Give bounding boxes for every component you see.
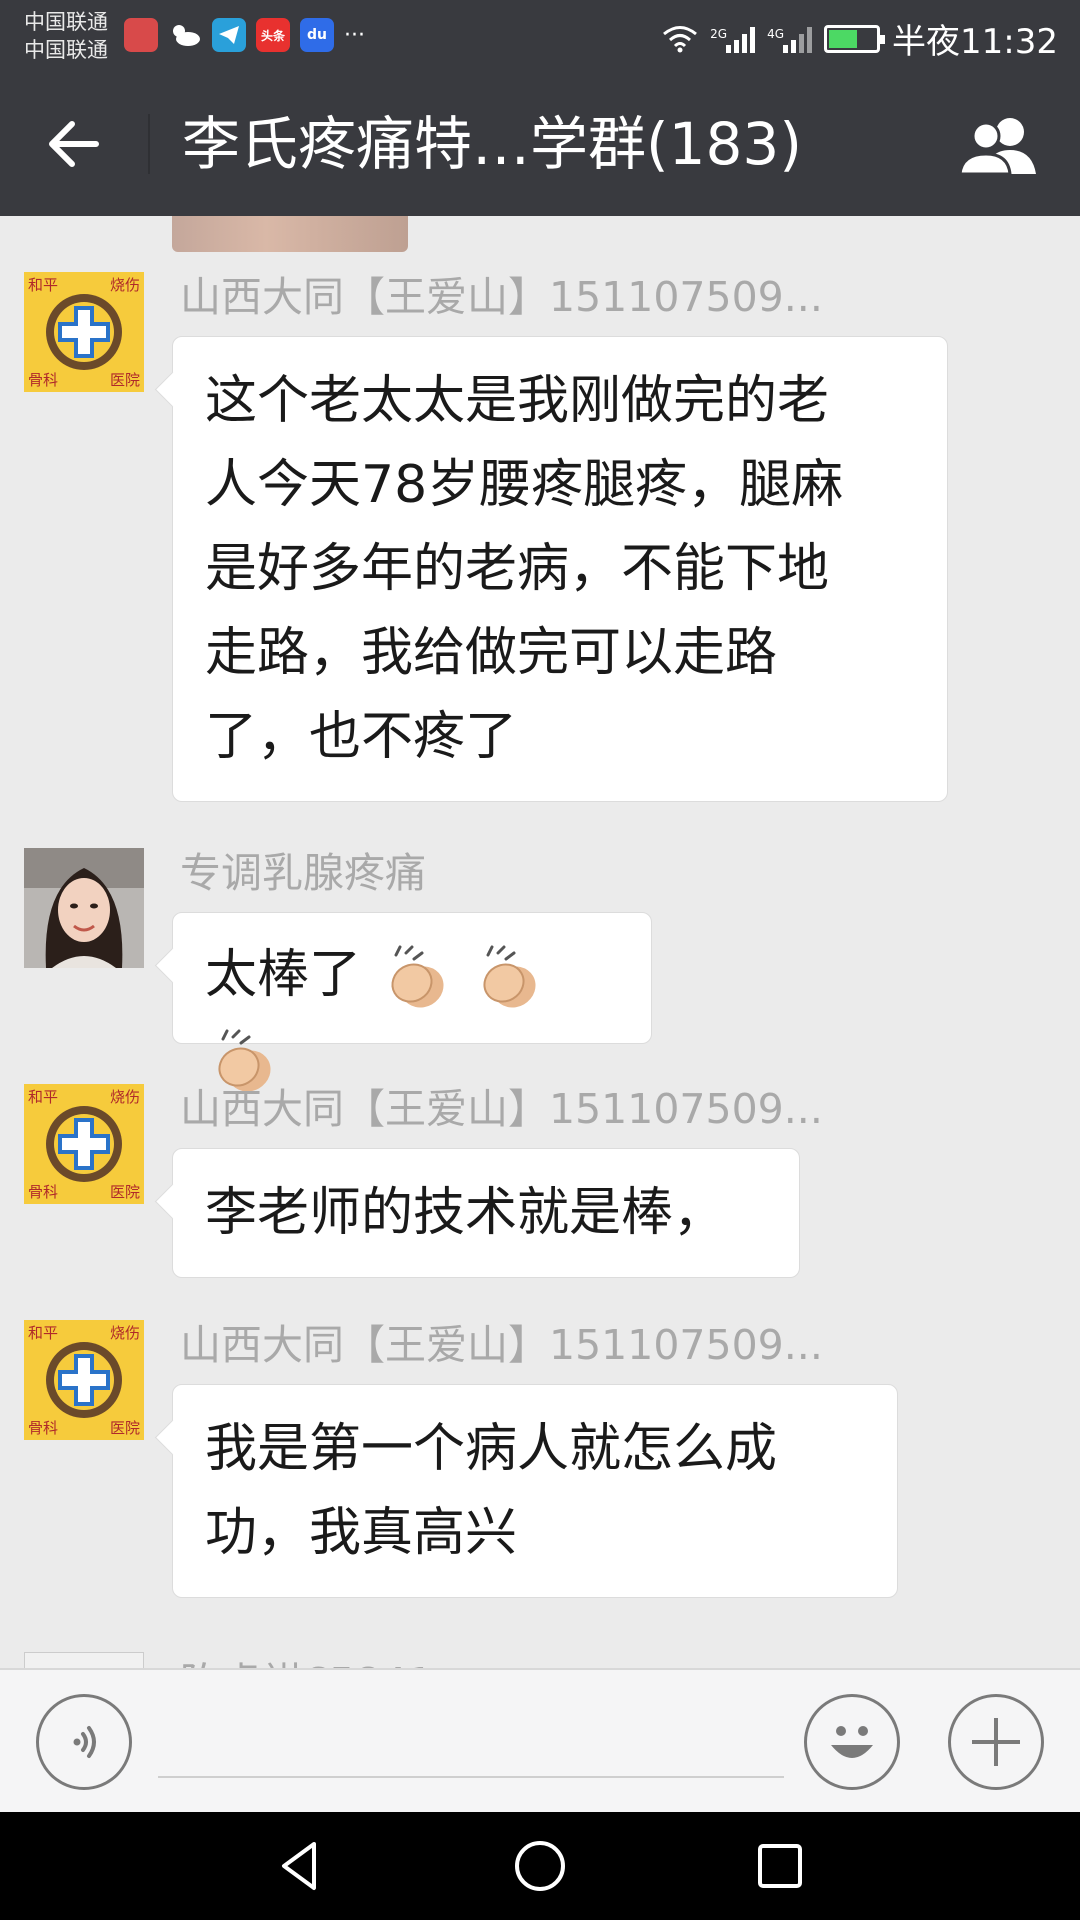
partial-message-item: 陈虎祺65841 (0, 1644, 1080, 1668)
logo-text: 烧伤 (109, 276, 140, 294)
message-input[interactable] (158, 1706, 784, 1778)
circle-home-icon (515, 1841, 565, 1891)
triangle-back-icon (282, 1842, 316, 1890)
battery-icon (824, 24, 886, 53)
voice-icon (73, 1726, 96, 1758)
message-line: 是好多年的老病，不能下地 (205, 539, 830, 599)
more-actions-button[interactable] (948, 1694, 1044, 1790)
signal-4g-icon: 4G (767, 25, 813, 53)
sender-name: 山西大同【王爱山】151107509... (180, 1321, 823, 1369)
logo-text: 医院 (109, 371, 140, 389)
woman-photo-icon (24, 848, 144, 968)
sender-name: 专调乳腺疼痛 (180, 849, 426, 897)
logo-text: 骨科 (28, 1419, 59, 1437)
carrier-label-2: 中国联通 (24, 38, 108, 62)
smiley-icon (831, 1726, 873, 1758)
logo-text: 和平 (28, 1088, 59, 1106)
nav-home-button[interactable] (510, 1836, 570, 1896)
logo-text: 烧伤 (109, 1088, 140, 1106)
group-members-button[interactable] (956, 114, 1040, 176)
toutiao-icon: 头条 (256, 18, 290, 52)
message-line: 这个老太太是我刚做完的老 (205, 371, 830, 431)
avatar[interactable] (24, 1652, 144, 1668)
signal-2g-icon: 2G (710, 25, 756, 53)
message-line: 人今天78岁腰疼腿疼，腿麻 (205, 455, 844, 515)
logo-text: 和平 (28, 1324, 59, 1342)
back-button[interactable] (44, 114, 104, 174)
message-bubble[interactable]: 我是第一个病人就怎么成 功，我真高兴 (172, 1384, 898, 1598)
message-text: 太棒了 (205, 945, 362, 1005)
message-bubble[interactable]: 这个老太太是我刚做完的老 人今天78岁腰疼腿疼，腿麻 是好多年的老病，不能下地 … (172, 336, 948, 802)
weather-icon (168, 18, 202, 52)
message-line: 走路，我给做完可以走路 (205, 623, 778, 683)
notification-icons: 头条 du ··· (124, 18, 365, 52)
logo-text: 骨科 (28, 1183, 59, 1201)
app-notification-icon (124, 18, 158, 52)
more-notifications-icon: ··· (344, 22, 365, 48)
group-members-icon (958, 118, 1036, 176)
carrier-info: 中国联通 中国联通 (24, 8, 108, 64)
input-bar (0, 1668, 1080, 1812)
logo-text: 骨科 (28, 371, 59, 389)
emoji-button[interactable] (804, 1694, 900, 1790)
message-bubble[interactable]: 太棒了 (172, 912, 652, 1092)
message-bubble[interactable]: 李老师的技术就是棒， (172, 1148, 800, 1278)
group-title: 李氏疼痛特…学群(183) (182, 110, 802, 178)
voice-input-button[interactable] (36, 1694, 132, 1790)
avatar[interactable]: 和平 烧伤 骨科 医院 (24, 1320, 144, 1440)
wifi-icon (663, 25, 698, 52)
square-recents-icon (758, 1844, 802, 1888)
status-right: 2G 4G 半夜11:32 (662, 14, 1058, 63)
avatar[interactable] (24, 848, 144, 968)
sender-name: 山西大同【王爱山】151107509... (180, 1085, 823, 1133)
avatar[interactable]: 和平 烧伤 骨科 医院 (24, 272, 144, 392)
previous-image-message[interactable] (172, 216, 408, 252)
message-line: 李老师的技术就是棒， (205, 1183, 726, 1243)
message-line: 了，也不疼了 (205, 707, 518, 767)
nav-back-button[interactable] (270, 1836, 330, 1896)
clapping-hands-emoji (391, 945, 444, 1008)
clapping-hands-emoji (483, 945, 536, 1008)
back-arrow-icon (49, 121, 99, 167)
carrier-label-1: 中国联通 (24, 10, 108, 34)
header-divider (148, 114, 150, 174)
clock: 半夜11:32 (892, 22, 1058, 62)
chat-header: 李氏疼痛特…学群(183) (0, 70, 1080, 216)
logo-text: 烧伤 (109, 1324, 140, 1342)
plus-icon (972, 1718, 1020, 1766)
logo-text: 医院 (109, 1419, 140, 1437)
system-nav-bar (0, 1812, 1080, 1920)
status-bar: 中国联通 中国联通 头条 du ··· 2G 4G 半夜11:32 (0, 0, 1080, 70)
logo-text: 和平 (28, 276, 59, 294)
logo-text: 医院 (109, 1183, 140, 1201)
chat-area[interactable]: 和平 烧伤 骨科 医院 山西大同【王爱山】151107509... 这个老太太是… (0, 216, 1080, 1668)
baidu-icon: du (300, 18, 334, 52)
message-line: 我是第一个病人就怎么成 (205, 1419, 778, 1479)
nav-recents-button[interactable] (750, 1836, 810, 1896)
sender-name: 山西大同【王爱山】151107509... (180, 273, 823, 321)
telegram-icon (212, 18, 246, 52)
sender-name: 陈虎祺65841 (180, 1658, 433, 1668)
message-line: 功，我真高兴 (205, 1503, 518, 1563)
avatar[interactable]: 和平 烧伤 骨科 医院 (24, 1084, 144, 1204)
